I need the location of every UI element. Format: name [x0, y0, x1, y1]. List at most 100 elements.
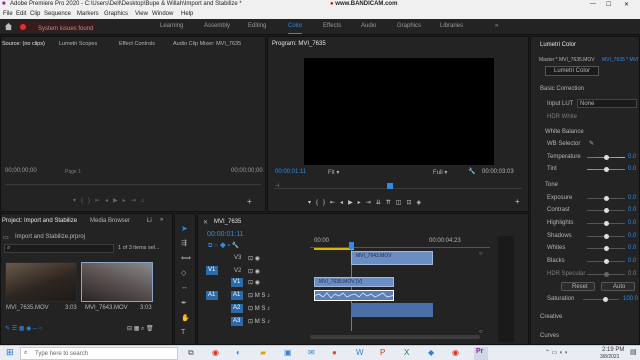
slip-tool-icon[interactable]: ↔: [181, 284, 188, 291]
lumetri-slider-handle[interactable]: [603, 221, 609, 226]
tint-value[interactable]: 0.0: [628, 166, 636, 172]
exposure-value[interactable]: 0.0: [628, 195, 636, 201]
workspace-tab-libraries[interactable]: Libraries: [440, 23, 463, 29]
program-quality-dropdown[interactable]: Full ▾: [433, 169, 447, 176]
timeline-horizontal-scrollbar[interactable]: [310, 335, 480, 339]
tab-lumetri-color[interactable]: Lumetri Color: [540, 42, 576, 48]
home-icon[interactable]: [4, 22, 13, 31]
whites-value[interactable]: 0.0: [628, 245, 636, 251]
track-target-v1[interactable]: V1: [231, 278, 243, 287]
saturation-handle[interactable]: [603, 297, 608, 302]
taskbar-search-box[interactable]: ⌕ Type here to search: [20, 347, 178, 360]
task-view-icon[interactable]: ⧉: [188, 348, 194, 358]
timeline-audio-clip-a2[interactable]: [351, 303, 433, 317]
highlights-value[interactable]: 0.0: [628, 220, 636, 226]
razor-tool-icon[interactable]: ◇: [181, 269, 186, 277]
menu-clip[interactable]: Clip: [30, 11, 40, 17]
lumetri-slider-handle[interactable]: [603, 196, 609, 201]
notification-icon[interactable]: ▤: [630, 348, 637, 356]
lumetri-preset-dropdown[interactable]: Lumetri Color: [545, 66, 599, 76]
project-search-input[interactable]: ⌕: [4, 244, 114, 253]
track-target-a3[interactable]: A3: [231, 317, 243, 326]
timeline-clip-v2[interactable]: MVI_7643.MOV: [351, 251, 433, 265]
lumetri-clip-selector[interactable]: MVI_7635 * MVI: [602, 57, 638, 63]
track-controls-a2[interactable]: ⊡ M S ♪: [248, 305, 270, 312]
tab-source[interactable]: Source: (no clips): [2, 41, 45, 47]
workspace-tab-audio[interactable]: Audio: [361, 23, 376, 29]
panel-overflow-icon[interactable]: »: [160, 217, 163, 223]
minimize-button[interactable]: —: [590, 1, 596, 7]
track-controls-a1[interactable]: ⊡ M S ♪: [248, 292, 270, 299]
workspace-tab-editing[interactable]: Editing: [248, 23, 266, 29]
source-timecode-left[interactable]: 00;00;00;00: [5, 168, 37, 174]
program-playhead[interactable]: [387, 183, 393, 189]
input-lut-dropdown[interactable]: None: [577, 99, 637, 108]
lumetri-slider-handle[interactable]: [603, 259, 609, 264]
clip-thumbnail-1[interactable]: [5, 262, 77, 302]
menu-sequence[interactable]: Sequence: [44, 11, 71, 17]
chrome-icon[interactable]: ◉: [212, 348, 219, 357]
track-controls-a3[interactable]: ⊡ M S ♪: [248, 318, 270, 325]
program-timecode[interactable]: 00:00:01:11: [275, 169, 306, 175]
track-controls-v2[interactable]: ⊡ ◉: [248, 268, 260, 275]
source-scrubber[interactable]: [5, 184, 261, 185]
eyedropper-icon[interactable]: ✎: [589, 140, 594, 147]
selection-tool-icon[interactable]: ➤: [181, 224, 188, 233]
workspace-tab-graphics[interactable]: Graphics: [397, 23, 421, 29]
tab-libraries[interactable]: Li: [147, 218, 152, 224]
clip-thumbnail-2[interactable]: [81, 262, 153, 302]
track-select-tool-icon[interactable]: ⇶: [181, 239, 187, 247]
saturation-value[interactable]: 100.0: [623, 296, 638, 302]
edge-icon[interactable]: ◐: [236, 348, 241, 357]
project-footer-controls[interactable]: ✎ ☰ ▦ ◉ ─ ○: [5, 325, 43, 332]
maximize-button[interactable]: ☐: [606, 1, 611, 8]
app-icon-1[interactable]: ●: [332, 348, 337, 357]
section-creative[interactable]: Creative: [540, 314, 562, 320]
file-explorer-icon[interactable]: ▰: [260, 348, 266, 357]
tab-audio-clip-mixer[interactable]: Audio Clip Mixer: MVI_7635: [173, 41, 241, 47]
blacks-value[interactable]: 0.0: [628, 258, 636, 264]
program-add-button[interactable]: +: [515, 197, 520, 206]
shadows-value[interactable]: 0.0: [628, 233, 636, 239]
menu-view[interactable]: View: [135, 11, 148, 17]
timeline-playhead-handle[interactable]: [349, 242, 354, 249]
source-add-button[interactable]: +: [247, 197, 252, 206]
ripple-edit-tool-icon[interactable]: ⟺: [181, 254, 191, 262]
menu-help[interactable]: Help: [181, 11, 193, 17]
store-icon[interactable]: ▣: [284, 348, 292, 357]
timeline-tab[interactable]: MVI_7635: [214, 219, 241, 225]
menu-file[interactable]: File: [3, 11, 13, 17]
auto-button[interactable]: Auto: [601, 282, 635, 291]
section-curves[interactable]: Curves: [540, 333, 559, 339]
lumetri-slider-handle[interactable]: [603, 234, 609, 239]
section-tone[interactable]: Tone: [545, 182, 558, 188]
track-controls-v1[interactable]: ⊡ ◉: [248, 279, 260, 286]
menu-window[interactable]: Window: [152, 11, 173, 17]
contrast-value[interactable]: 0.0: [628, 207, 636, 213]
windows-start-icon[interactable]: ⊞: [6, 347, 14, 358]
menu-markers[interactable]: Markers: [77, 11, 99, 17]
app-icon-2[interactable]: ◆: [428, 348, 434, 357]
lumetri-slider-handle[interactable]: [603, 167, 609, 172]
temperature-value[interactable]: 0.0: [628, 154, 636, 160]
timeline-audio-clip-a1[interactable]: [314, 290, 394, 301]
workspaces-more-icon[interactable]: »: [495, 23, 498, 29]
word-icon[interactable]: W: [356, 348, 364, 357]
powerpoint-icon[interactable]: P: [380, 348, 385, 357]
timeline-clip-v1[interactable]: MVI_7635.MOV [V]: [314, 277, 394, 287]
lumetri-slider-handle[interactable]: [603, 208, 609, 213]
timeline-timecode[interactable]: 00:00:01:11: [207, 231, 243, 238]
timeline-close-icon[interactable]: ✕: [203, 219, 208, 226]
workspace-tab-assembly[interactable]: Assembly: [204, 23, 230, 29]
program-title[interactable]: Program: MVI_7635: [272, 41, 326, 47]
mail-icon[interactable]: ✉: [308, 348, 315, 357]
track-controls-v3[interactable]: ⊡ ◉: [248, 255, 260, 262]
excel-icon[interactable]: X: [404, 348, 409, 357]
menu-edit[interactable]: Edit: [16, 11, 26, 17]
hand-tool-icon[interactable]: ✋: [181, 314, 190, 322]
reset-button[interactable]: Reset: [561, 282, 595, 291]
wrench-icon[interactable]: 🔧: [468, 168, 475, 175]
track-target-a2[interactable]: A2: [231, 304, 243, 313]
vertical-zoom-handle-top[interactable]: ○: [479, 251, 483, 257]
lumetri-slider-handle[interactable]: [603, 246, 609, 251]
